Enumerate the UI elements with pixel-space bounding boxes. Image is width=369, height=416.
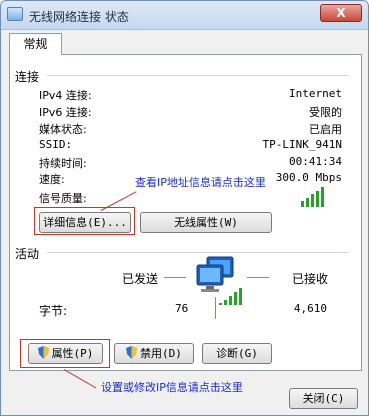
title-bar[interactable]: 无线网络连接 状态 X — [1, 1, 368, 30]
activity-divider — [47, 252, 349, 253]
speed-value: 300.0 Mbps — [275, 171, 342, 184]
properties-hint-pointer — [63, 369, 97, 389]
activity-section-title: 活动 — [15, 247, 40, 261]
window-close-button[interactable]: X — [320, 4, 362, 22]
tab-general[interactable]: 常规 — [9, 33, 62, 55]
sent-line — [164, 277, 186, 278]
ssid-label: SSID: — [39, 138, 73, 151]
status-window: 无线网络连接 状态 X 常规 连接 IPv4 连接: Internet IPv6… — [0, 0, 369, 416]
network-computers-icon — [196, 256, 242, 305]
bytes-sent-value: 76 — [175, 302, 189, 315]
received-label: 已接收 — [292, 272, 329, 286]
properties-hint-annotation: 设置或修改IP信息请点击这里 — [101, 381, 243, 394]
disable-button-label: 禁用(D) — [140, 347, 182, 360]
window-title: 无线网络连接 状态 — [29, 10, 129, 24]
ipv4-label: IPv4 连接: — [39, 89, 92, 102]
duration-value: 00:41:34 — [289, 155, 342, 168]
connection-divider — [47, 75, 349, 76]
ipv4-value: Internet — [289, 87, 342, 100]
received-line — [247, 277, 269, 278]
wireless-properties-button[interactable]: 无线属性(W) — [140, 212, 272, 233]
diagnose-button[interactable]: 诊断(G) — [202, 343, 272, 364]
signal-strength-icon — [301, 187, 331, 207]
signal-quality-label: 信号质量: — [39, 192, 87, 205]
properties-button[interactable]: 属性(P) — [28, 343, 103, 364]
duration-label: 持续时间: — [39, 157, 87, 170]
ipv6-value: 受限的 — [309, 106, 342, 119]
uac-shield-icon — [37, 346, 49, 359]
activity-center-line — [215, 297, 216, 319]
properties-button-label: 属性(P) — [51, 347, 94, 360]
bytes-received-value: 4,610 — [293, 302, 327, 315]
disable-button[interactable]: 禁用(D) — [114, 343, 194, 364]
media-state-label: 媒体状态: — [39, 123, 87, 136]
ipv6-label: IPv6 连接: — [39, 106, 92, 119]
close-button[interactable]: 关闭(C) — [289, 388, 358, 409]
uac-shield-icon — [126, 346, 138, 359]
details-button[interactable]: 详细信息(E)... — [39, 212, 131, 233]
network-icon — [7, 7, 23, 21]
sent-label: 已发送 — [122, 272, 159, 286]
connection-section-title: 连接 — [15, 70, 40, 84]
bytes-label: 字节: — [39, 304, 68, 318]
details-hint-annotation: 查看IP地址信息请点击这里 — [135, 176, 266, 189]
ssid-value: TP-LINK_941N — [262, 138, 342, 151]
speed-label: 速度: — [39, 173, 65, 186]
media-state-value: 已启用 — [309, 123, 342, 136]
